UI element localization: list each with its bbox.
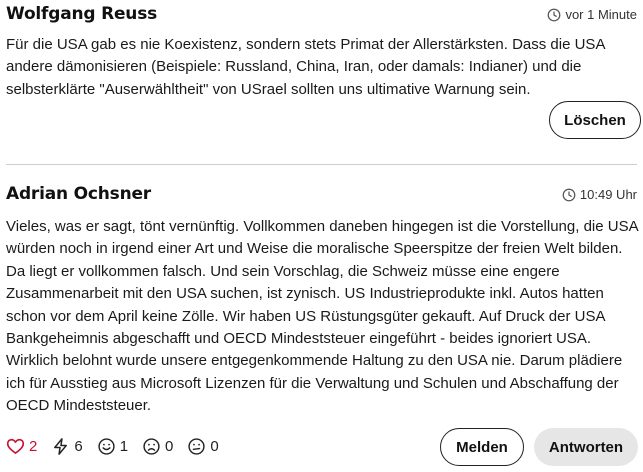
reaction-sad[interactable]: 0 <box>142 437 173 456</box>
comment-timestamp: 10:49 Uhr <box>562 187 637 202</box>
comment-timestamp: vor 1 Minute <box>547 7 637 22</box>
timestamp-text: 10:49 Uhr <box>579 187 637 202</box>
comment-header: Adrian Ochsner 10:49 Uhr <box>6 180 637 210</box>
clock-icon <box>562 188 576 201</box>
smile-count: 1 <box>119 438 129 455</box>
like-count: 2 <box>29 438 38 455</box>
heart-icon <box>6 438 25 454</box>
reaction-zap[interactable]: 6 <box>51 437 83 456</box>
reaction-bar: 2 6 1 0 0 <box>6 437 219 456</box>
meh-count: 0 <box>210 438 219 455</box>
comment-1: Wolfgang Reuss vor 1 Minute Für die USA … <box>6 0 637 101</box>
report-button[interactable]: Melden <box>440 428 524 466</box>
smile-icon <box>98 438 115 455</box>
sad-count: 0 <box>165 438 174 455</box>
comment-divider <box>6 164 637 165</box>
zap-icon <box>54 438 68 455</box>
reaction-like[interactable]: 2 <box>6 437 37 456</box>
comment-author[interactable]: Wolfgang Reuss <box>6 4 157 24</box>
comment-header: Wolfgang Reuss vor 1 Minute <box>6 0 637 30</box>
comment-text: Für die USA gab es nie Koexistenz, sonde… <box>6 36 605 98</box>
zap-count: 6 <box>74 438 83 455</box>
reaction-smile[interactable]: 1 <box>97 437 128 456</box>
comment-text: Vieles, was er sagt, tönt vernünftig. Vo… <box>6 218 638 415</box>
meh-icon <box>188 438 205 455</box>
reaction-meh[interactable]: 0 <box>187 437 219 456</box>
comment-author[interactable]: Adrian Ochsner <box>6 184 151 204</box>
clock-icon <box>548 8 561 21</box>
reply-button[interactable]: Antworten <box>534 428 638 466</box>
sad-icon <box>143 438 160 455</box>
timestamp-text: vor 1 Minute <box>565 7 637 22</box>
delete-button[interactable]: Löschen <box>549 101 641 139</box>
comment-2: Adrian Ochsner 10:49 Uhr Vieles, was er … <box>6 180 638 418</box>
